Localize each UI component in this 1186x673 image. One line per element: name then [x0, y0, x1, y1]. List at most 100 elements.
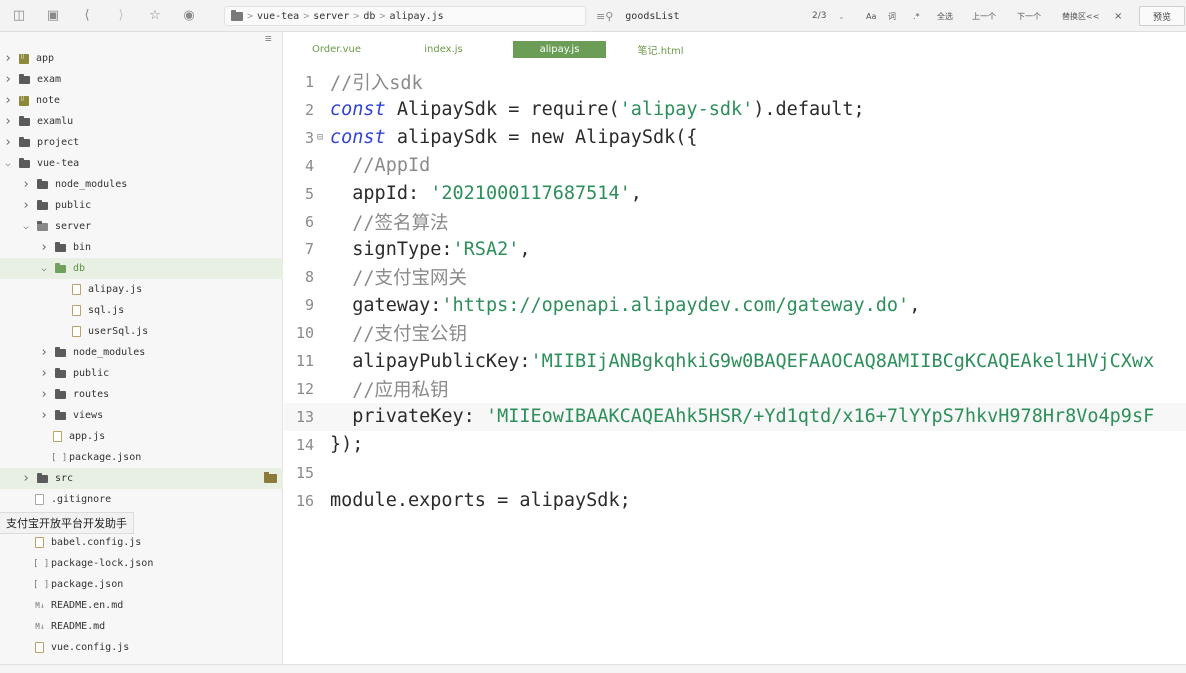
close-find-button[interactable]: ×	[1114, 11, 1122, 22]
breadcrumb-item[interactable]: vue-tea	[257, 11, 299, 22]
next-match-button[interactable]: 下一个	[1017, 11, 1041, 22]
chevron-right-icon[interactable]: ›	[3, 51, 13, 66]
code-line[interactable]: 14});	[284, 431, 1186, 459]
tree-item[interactable]: [ ] package-lock.json	[0, 553, 283, 574]
chevron-right-icon[interactable]: ›	[3, 72, 13, 87]
code-token: privateKey:	[330, 406, 486, 428]
chevron-right-icon[interactable]: ›	[39, 366, 49, 381]
tab-notes-html[interactable]: 笔记.html	[623, 41, 698, 58]
tree-item[interactable]: › src	[0, 468, 283, 489]
tree-item-label: views	[73, 410, 104, 421]
window-icon[interactable]: ◫	[11, 8, 27, 24]
code-token: 'RSA2'	[452, 238, 520, 260]
tab-index-js[interactable]: index.js	[405, 41, 482, 58]
folder-icon	[55, 241, 66, 252]
tree-item[interactable]: babel.config.js	[0, 532, 283, 553]
tree-item[interactable]: › project	[0, 132, 283, 153]
save-icon[interactable]: ▣	[45, 8, 61, 24]
code-line[interactable]: 9 gateway:'https://openapi.alipaydev.com…	[284, 291, 1186, 319]
chevron-down-icon[interactable]: ⌵	[21, 222, 31, 232]
chevron-right-icon[interactable]: ›	[39, 387, 49, 402]
tab-order-vue[interactable]: Order.vue	[298, 41, 375, 58]
code-line[interactable]: 12 //应用私钥	[284, 375, 1186, 403]
tree-item[interactable]: [ ] package.json	[0, 447, 283, 468]
match-case-option[interactable]: Aa	[866, 12, 876, 21]
code-line[interactable]: 10 //支付宝公钥	[284, 319, 1186, 347]
code-line[interactable]: 15	[284, 459, 1186, 487]
tree-item[interactable]: › public	[0, 363, 283, 384]
chevron-right-icon[interactable]: ›	[39, 408, 49, 423]
tree-item[interactable]: [ ] package.json	[0, 574, 283, 595]
tree-item[interactable]: › routes	[0, 384, 283, 405]
code-token: ,	[909, 294, 921, 316]
run-icon[interactable]: ◉	[181, 8, 197, 24]
code-line[interactable]: 1 //引入sdk	[284, 68, 1186, 96]
chevron-right-icon[interactable]: ›	[39, 240, 49, 255]
tree-item[interactable]: ⌵ server	[0, 216, 283, 237]
code-line[interactable]: 4 //AppId	[284, 152, 1186, 180]
tab-alipay-js[interactable]: alipay.js	[513, 41, 606, 58]
tree-item[interactable]: › views	[0, 405, 283, 426]
replace-toggle-button[interactable]: 替换区<<	[1062, 11, 1099, 22]
tree-item-label: exam	[37, 74, 62, 85]
chevron-right-icon[interactable]: ›	[21, 177, 31, 192]
code-token: 'MIIBIjANBgkqhkiG9w0BAQEFAAOCAQ8AMIIBCgK…	[530, 350, 1155, 372]
code-token: const	[330, 127, 386, 149]
code-line[interactable]: 6 //签名算法	[284, 208, 1186, 236]
fold-icon[interactable]: ⊟	[317, 132, 323, 143]
tree-item[interactable]: › note	[0, 90, 283, 111]
tree-item[interactable]: › examlu	[0, 111, 283, 132]
tree-item-label: public	[55, 200, 92, 211]
preview-button[interactable]: 预览	[1139, 6, 1185, 26]
tree-item[interactable]: ⌵ db	[0, 258, 283, 279]
search-input[interactable]: goodsList	[625, 11, 785, 22]
tree-item[interactable]: userSql.js	[0, 321, 283, 342]
file-explorer: ≡ › app › exam › note › examlu › project ⌵ vue-tea ›…	[0, 32, 283, 664]
tree-item[interactable]: alipay.js	[0, 279, 283, 300]
code-line[interactable]: 7 signType: 'RSA2',	[284, 235, 1186, 263]
tree-item[interactable]: › bin	[0, 237, 283, 258]
back-icon[interactable]: ⟨	[79, 8, 95, 24]
chevron-right-icon[interactable]: ›	[21, 198, 31, 213]
tree-item[interactable]: app.js	[0, 426, 283, 447]
menu-icon[interactable]: ≡	[265, 32, 272, 45]
breadcrumb: > vue-tea > server > db > alipay.js	[224, 6, 586, 26]
code-line[interactable]: 8 //支付宝网关	[284, 263, 1186, 291]
tree-item[interactable]: › app	[0, 48, 283, 69]
tree-item[interactable]: sql.js	[0, 300, 283, 321]
whole-word-option[interactable]: 词	[888, 11, 896, 22]
tree-item[interactable]: .gitignore	[0, 489, 283, 510]
code-line[interactable]: 2 const AlipaySdk = require('alipay-sdk')…	[284, 96, 1186, 124]
tree-item[interactable]: M↓ README.md	[0, 616, 283, 637]
code-line[interactable]: 5 appId: '2021000117687514',	[284, 180, 1186, 208]
chevron-right-icon[interactable]: ›	[3, 135, 13, 150]
tree-item[interactable]: M↓ README.en.md	[0, 595, 283, 616]
chevron-right-icon[interactable]: ›	[3, 93, 13, 108]
breadcrumb-item[interactable]: alipay.js	[389, 11, 443, 22]
chevron-down-icon[interactable]: ⌄	[838, 12, 845, 21]
code-line[interactable]: 16 module.exports = alipaySdk;	[284, 487, 1186, 515]
forward-icon[interactable]: ⟩	[113, 8, 129, 24]
star-icon[interactable]: ☆	[147, 8, 163, 24]
breadcrumb-item[interactable]: db	[363, 11, 375, 22]
chevron-right-icon[interactable]: ›	[3, 114, 13, 129]
chevron-down-icon[interactable]: ⌵	[3, 159, 13, 169]
tree-item[interactable]: › public	[0, 195, 283, 216]
breadcrumb-item[interactable]: server	[313, 11, 349, 22]
tree-item-label: userSql.js	[88, 326, 149, 337]
tree-item[interactable]: › exam	[0, 69, 283, 90]
chevron-right-icon[interactable]: ›	[39, 345, 49, 360]
previous-match-button[interactable]: 上一个	[972, 11, 996, 22]
select-all-button[interactable]: 全选	[937, 11, 953, 22]
tree-item[interactable]: › node_modules	[0, 174, 283, 195]
line-number: 11	[295, 352, 314, 370]
tree-item[interactable]: › node_modules	[0, 342, 283, 363]
code-line[interactable]: 3 ⊟ const alipaySdk = new AlipaySdk({	[284, 124, 1186, 152]
regex-option[interactable]: .*	[913, 12, 920, 21]
tree-item[interactable]: vue.config.js	[0, 637, 283, 658]
chevron-down-icon[interactable]: ⌵	[39, 264, 49, 274]
chevron-right-icon[interactable]: ›	[21, 471, 31, 486]
code-line[interactable]: 13 privateKey: 'MIIEowIBAAKCAQEAhk5HSR/+…	[284, 402, 1186, 431]
tree-item[interactable]: ⌵ vue-tea	[0, 153, 283, 174]
code-line[interactable]: 11 alipayPublicKey: 'MIIBIjANBgkqhkiG9w0B…	[284, 347, 1186, 375]
